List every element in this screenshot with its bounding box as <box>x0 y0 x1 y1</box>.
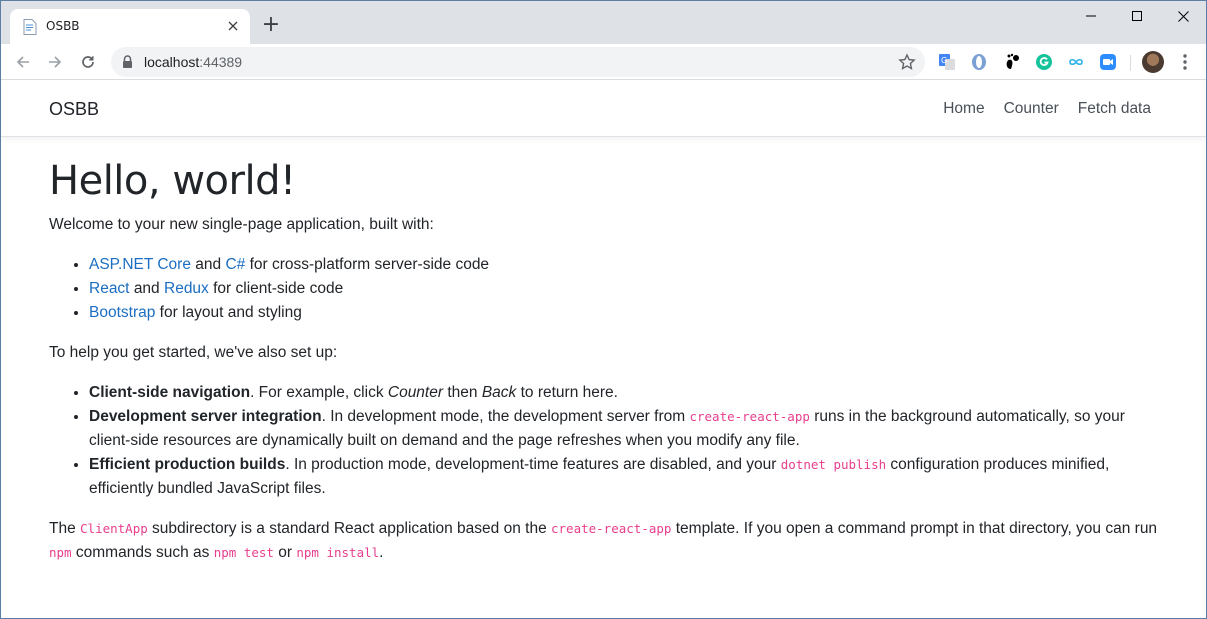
reload-icon[interactable] <box>78 52 98 72</box>
new-tab-button[interactable]: + <box>260 14 282 37</box>
minimize-button[interactable] <box>1068 5 1114 27</box>
list-item: Client-side navigation. For example, cli… <box>89 381 1159 405</box>
forward-icon[interactable] <box>45 52 65 72</box>
footer-text: The ClientApp subdirectory is a standard… <box>49 520 1158 561</box>
browser-toolbar: localhost:44389 G <box>1 44 1206 80</box>
url-text: localhost:44389 <box>144 54 243 70</box>
close-window-button[interactable] <box>1160 5 1206 27</box>
site-brand-link[interactable]: OSBB <box>49 99 99 120</box>
gnome-extension-icon[interactable] <box>1003 53 1021 71</box>
page-favicon-icon <box>23 19 37 35</box>
address-bar[interactable]: localhost:44389 <box>111 47 925 77</box>
browser-window: OSBB + localhost:44389 G OSBB Home Count… <box>0 0 1207 619</box>
zoom-extension-icon[interactable] <box>1099 53 1117 71</box>
list-item: Efficient production builds. In producti… <box>89 453 1159 501</box>
browser-tab[interactable]: OSBB <box>10 9 250 44</box>
tab-title: OSBB <box>46 19 80 33</box>
list-item: Development server integration. In devel… <box>89 405 1159 453</box>
main-content: Hello, world! Welcome to your new single… <box>49 155 1159 581</box>
intro-text: Welcome to your new single-page applicat… <box>49 216 434 233</box>
page-heading: Hello, world! <box>49 158 296 204</box>
nav-link-fetch-data[interactable]: Fetch data <box>1078 100 1151 118</box>
features-list: Client-side navigation. For example, cli… <box>89 381 1159 501</box>
tab-strip: OSBB + <box>1 1 1206 44</box>
translate-extension-icon[interactable]: G <box>938 53 956 71</box>
infinity-extension-icon[interactable] <box>1067 53 1085 71</box>
nav-links: Home Counter Fetch data <box>924 100 1151 118</box>
csharp-link[interactable]: C# <box>225 256 245 273</box>
grammarly-extension-icon[interactable] <box>1035 53 1053 71</box>
nav-link-counter[interactable]: Counter <box>1004 100 1059 118</box>
list-item: React and Redux for client-side code <box>89 277 1159 301</box>
svg-text:G: G <box>941 56 947 65</box>
profile-avatar[interactable] <box>1142 51 1164 73</box>
aspnet-core-link[interactable]: ASP.NET Core <box>89 256 191 273</box>
redux-link[interactable]: Redux <box>164 280 209 297</box>
star-icon[interactable] <box>898 53 916 71</box>
react-link[interactable]: React <box>89 280 130 297</box>
bootstrap-link[interactable]: Bootstrap <box>89 304 155 321</box>
opera-extension-icon[interactable] <box>970 53 988 71</box>
site-navbar: OSBB Home Counter Fetch data <box>1 81 1206 137</box>
tab-close-icon[interactable] <box>225 18 241 34</box>
toolbar-separator <box>1130 55 1131 71</box>
lock-icon[interactable] <box>122 55 133 69</box>
back-icon[interactable] <box>13 52 33 72</box>
list-item: Bootstrap for layout and styling <box>89 301 1159 325</box>
list-item: ASP.NET Core and C# for cross-platform s… <box>89 253 1159 277</box>
menu-icon[interactable] <box>1177 53 1193 71</box>
tech-stack-list: ASP.NET Core and C# for cross-platform s… <box>89 253 1159 325</box>
maximize-button[interactable] <box>1114 5 1160 27</box>
setup-intro-text: To help you get started, we've also set … <box>49 344 338 361</box>
nav-link-home[interactable]: Home <box>943 100 984 118</box>
web-page: OSBB Home Counter Fetch data Hello, worl… <box>1 81 1206 618</box>
